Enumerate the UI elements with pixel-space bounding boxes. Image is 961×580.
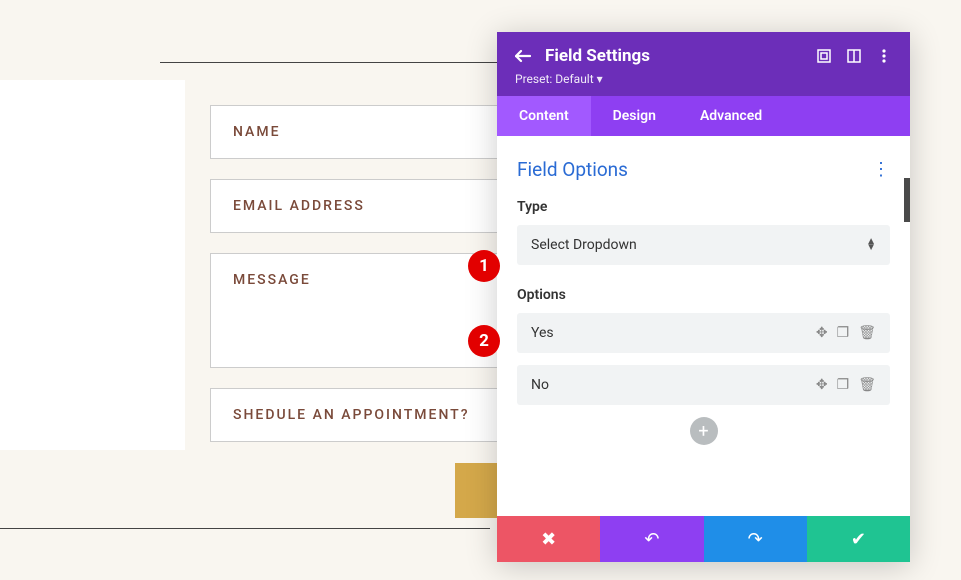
panel-footer: ✖ ↶ ↷ ✔ (497, 516, 910, 562)
sort-arrows-icon: ▲▼ (866, 239, 876, 251)
options-label: Options (517, 287, 890, 303)
delete-icon[interactable]: 🗑 (858, 377, 876, 393)
type-select[interactable]: Select Dropdown ▲▼ (517, 225, 890, 265)
section-title: Field Options (517, 158, 628, 181)
delete-icon[interactable]: 🗑 (858, 325, 876, 341)
layout-icon[interactable] (846, 48, 862, 64)
add-option-button[interactable]: + (690, 417, 718, 445)
duplicate-icon[interactable]: ❐ (837, 325, 850, 341)
divider-bottom (0, 528, 490, 529)
option-row[interactable]: Yes ✥ ❐ 🗑 (517, 313, 890, 353)
callout-1: 1 (468, 250, 500, 282)
save-button[interactable]: ✔ (807, 516, 910, 562)
option-label: Yes (531, 325, 816, 341)
undo-button[interactable]: ↶ (600, 516, 703, 562)
move-icon[interactable]: ✥ (816, 377, 828, 393)
tab-advanced[interactable]: Advanced (678, 96, 784, 136)
section-menu-icon[interactable]: ⋮ (872, 159, 890, 180)
type-label: Type (517, 199, 890, 215)
panel-body: Field Options ⋮ Type Select Dropdown ▲▼ … (497, 136, 910, 516)
tab-design[interactable]: Design (591, 96, 678, 136)
page-hero: sage abitasse nec. nunc leo. (0, 80, 185, 450)
hero-title: sage (0, 110, 165, 165)
option-row[interactable]: No ✥ ❐ 🗑 (517, 365, 890, 405)
type-value: Select Dropdown (531, 237, 637, 253)
settings-panel: Field Settings Preset: Default ▾ Content… (497, 32, 910, 562)
submit-button-partial[interactable] (455, 463, 500, 518)
option-label: No (531, 377, 816, 393)
panel-header: Field Settings Preset: Default ▾ (497, 32, 910, 96)
redo-button[interactable]: ↷ (704, 516, 807, 562)
tab-content[interactable]: Content (497, 96, 591, 136)
duplicate-icon[interactable]: ❐ (837, 377, 850, 393)
move-icon[interactable]: ✥ (816, 325, 828, 341)
panel-tabs: Content Design Advanced (497, 96, 910, 136)
cancel-button[interactable]: ✖ (497, 516, 600, 562)
hero-text: abitasse nec. nunc leo. (0, 275, 165, 323)
scrollbar[interactable] (904, 178, 910, 222)
callout-2: 2 (468, 325, 500, 357)
panel-title: Field Settings (545, 46, 802, 66)
back-icon[interactable] (515, 48, 531, 64)
kebab-icon[interactable] (876, 48, 892, 64)
expand-icon[interactable] (816, 48, 832, 64)
preset-selector[interactable]: Preset: Default ▾ (515, 72, 892, 86)
